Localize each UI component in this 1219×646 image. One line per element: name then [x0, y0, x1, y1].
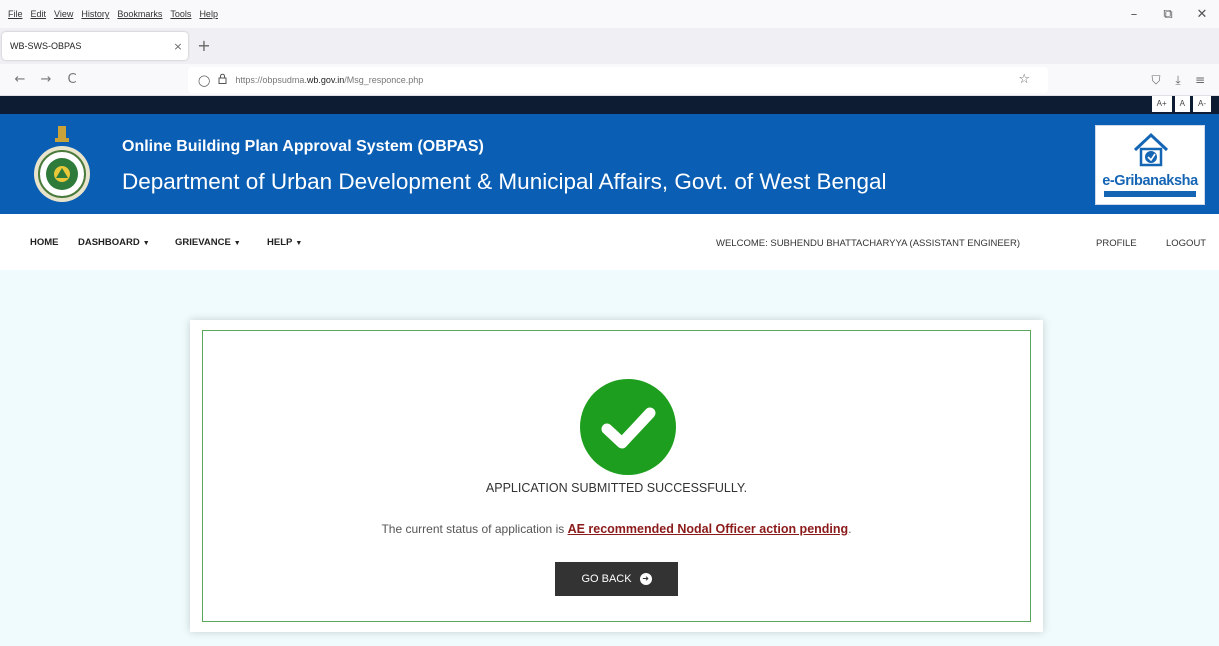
shield-icon[interactable]: ◯	[198, 74, 210, 87]
window-controls: – ⧉ ✕	[1117, 0, 1219, 28]
chevron-down-icon: ▼	[142, 240, 150, 247]
arrow-right-icon: ➜	[639, 573, 652, 585]
bookmark-star-icon[interactable]: ☆	[1018, 72, 1030, 87]
house-logo-icon	[1133, 132, 1169, 167]
download-icon[interactable]: ⤓	[1167, 68, 1189, 92]
tab-title: WB-SWS-OBPAS	[10, 41, 82, 51]
tab-close-icon[interactable]: ×	[168, 40, 188, 53]
app-menu-icon[interactable]: ≡	[1189, 68, 1211, 92]
nav-profile[interactable]: PROFILE	[1096, 238, 1137, 249]
nav-logout[interactable]: LOGOUT	[1166, 238, 1206, 249]
west-bengal-emblem-icon	[34, 126, 90, 202]
forward-button[interactable]: →	[34, 68, 58, 92]
new-tab-button[interactable]: +	[194, 36, 214, 56]
tab-obpas[interactable]: WB-SWS-OBPAS ×	[2, 32, 188, 60]
welcome-user: WELCOME: SUBHENDU BHATTACHARYYA (ASSISTA…	[716, 238, 1021, 249]
site-subtitle: Department of Urban Development & Munici…	[122, 169, 887, 194]
toolbar-right: ⛉ ⤓ ≡	[1145, 68, 1211, 92]
main-content: APPLICATION SUBMITTED SUCCESSFULLY. The …	[0, 270, 1219, 646]
application-status: The current status of application is AE …	[381, 522, 852, 536]
menu-bookmarks[interactable]: Bookmarks	[117, 9, 162, 19]
chevron-down-icon: ▼	[233, 240, 241, 247]
result-card-border: APPLICATION SUBMITTED SUCCESSFULLY. The …	[202, 330, 1031, 622]
site-top-strip	[0, 96, 1219, 114]
result-card: APPLICATION SUBMITTED SUCCESSFULLY. The …	[190, 320, 1043, 632]
restore-button[interactable]: ⧉	[1151, 7, 1185, 22]
nav-home[interactable]: HOME	[30, 237, 59, 248]
close-window-button[interactable]: ✕	[1185, 7, 1219, 22]
brand-tagline-bar	[1104, 191, 1196, 197]
nav-grievance[interactable]: GRIEVANCE ▼	[175, 237, 241, 248]
menu-view[interactable]: View	[54, 9, 73, 19]
font-decrease-button[interactable]: A-	[1193, 96, 1211, 112]
status-value: AE recommended Nodal Officer action pend…	[567, 522, 849, 536]
menu-history[interactable]: History	[81, 9, 109, 19]
font-normal-button[interactable]: A	[1174, 96, 1190, 112]
lock-icon[interactable]	[218, 73, 227, 87]
menu-tools[interactable]: Tools	[170, 9, 191, 19]
back-button[interactable]: ←	[8, 68, 32, 92]
font-increase-button[interactable]: A+	[1151, 96, 1172, 112]
e-gribanaksha-logo: e-Gribanaksha	[1095, 125, 1205, 205]
font-size-controls: A+ A A-	[1149, 96, 1211, 112]
tab-strip: WB-SWS-OBPAS × +	[0, 28, 1219, 64]
site-nav: HOME DASHBOARD ▼ GRIEVANCE ▼ HELP ▼ WELCOME…	[0, 214, 1219, 270]
nav-dashboard[interactable]: DASHBOARD ▼	[78, 237, 150, 248]
success-check-icon	[580, 379, 676, 475]
site-title: Online Building Plan Approval System (OB…	[122, 138, 484, 155]
reload-button[interactable]: C	[60, 68, 84, 92]
chevron-down-icon: ▼	[295, 240, 303, 247]
pocket-icon[interactable]: ⛉	[1145, 68, 1167, 92]
url-text[interactable]: https://obpsudma.wb.gov.in/Msg_responce.…	[235, 75, 423, 85]
menu-edit[interactable]: Edit	[31, 9, 47, 19]
go-back-button[interactable]: GO BACK ➜	[555, 562, 678, 596]
menu-help[interactable]: Help	[199, 9, 218, 19]
browser-navbar: ← → C ◯ https://obpsudma.wb.gov.in/Msg_r…	[0, 64, 1219, 96]
success-message: APPLICATION SUBMITTED SUCCESSFULLY.	[485, 481, 748, 495]
address-bar[interactable]: ◯ https://obpsudma.wb.gov.in/Msg_responc…	[188, 67, 1048, 93]
minimize-button[interactable]: –	[1117, 7, 1151, 22]
menu-file[interactable]: File	[8, 9, 23, 19]
brand-name: e-Gribanaksha	[1102, 173, 1198, 189]
browser-menubar: File Edit View History Bookmarks Tools H…	[0, 0, 1219, 28]
nav-help[interactable]: HELP ▼	[267, 237, 302, 248]
site-banner: Online Building Plan Approval System (OB…	[0, 114, 1219, 214]
